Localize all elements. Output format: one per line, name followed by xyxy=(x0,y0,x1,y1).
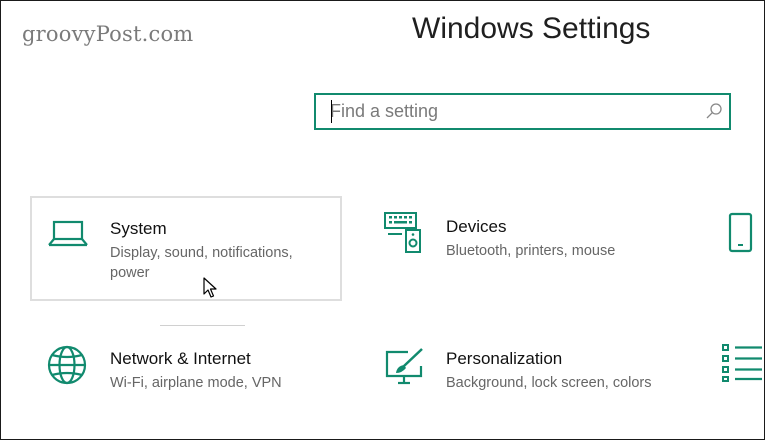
paint-icon xyxy=(385,348,423,385)
settings-tile-apps[interactable] xyxy=(715,328,765,433)
globe-icon xyxy=(47,345,87,385)
tile-title: Devices xyxy=(446,217,507,236)
tile-description: Wi-Fi, airplane mode, VPN xyxy=(110,375,282,391)
settings-tile-system[interactable]: System Display, sound, notifications, po… xyxy=(30,196,342,301)
watermark: groovyPost.com xyxy=(22,22,194,46)
mouse-cursor-icon xyxy=(203,277,217,298)
settings-tile-phone[interactable] xyxy=(715,196,765,301)
search-icon[interactable] xyxy=(705,102,723,120)
laptop-icon xyxy=(48,220,88,247)
text-caret xyxy=(331,100,332,123)
search-box[interactable] xyxy=(314,93,731,130)
settings-tile-personalization[interactable]: Personalization Background, lock screen,… xyxy=(368,328,678,433)
apps-list-icon xyxy=(722,344,762,382)
tile-description: Background, lock screen, colors xyxy=(446,375,652,391)
settings-tile-devices[interactable]: Devices Bluetooth, printers, mouse xyxy=(368,196,678,301)
tile-description: Bluetooth, printers, mouse xyxy=(446,243,616,259)
tile-title: System xyxy=(110,219,167,238)
phone-icon xyxy=(728,212,753,253)
settings-tile-network[interactable]: Network & Internet Wi-Fi, airplane mode,… xyxy=(30,328,342,433)
page-title: Windows Settings xyxy=(412,12,651,45)
search-input[interactable] xyxy=(316,95,700,128)
devices-icon xyxy=(384,212,421,253)
tile-title: Personalization xyxy=(446,349,563,368)
divider xyxy=(160,325,245,326)
tile-title: Network & Internet xyxy=(110,349,251,368)
